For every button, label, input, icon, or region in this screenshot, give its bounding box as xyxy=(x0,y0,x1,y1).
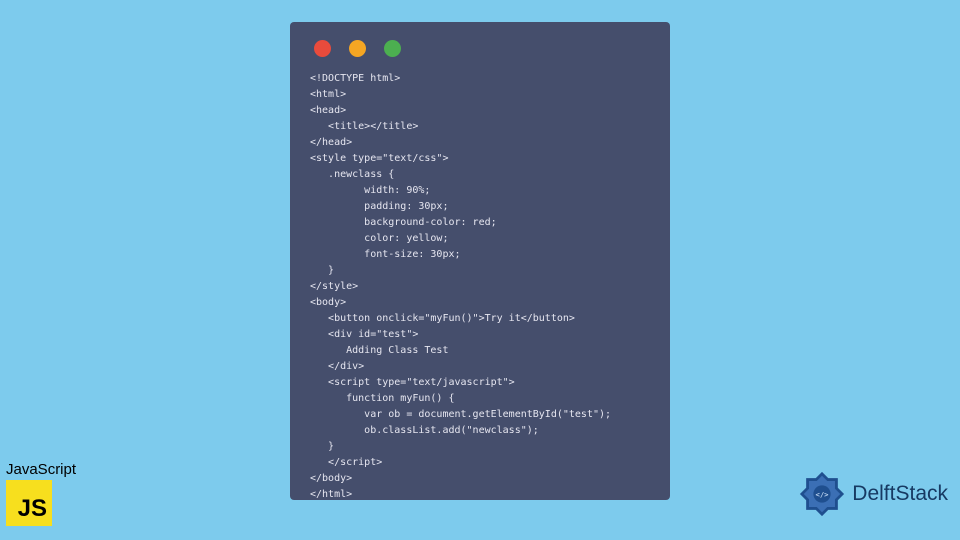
delftstack-label: DelftStack xyxy=(852,482,948,506)
javascript-logo-text: JS xyxy=(18,495,47,523)
window-controls xyxy=(314,40,650,57)
code-window: <!DOCTYPE html> <html> <head> <title></t… xyxy=(290,22,670,500)
delftstack-logo-icon: </> xyxy=(798,470,846,518)
delftstack-badge: </> DelftStack xyxy=(798,470,948,518)
javascript-label: JavaScript xyxy=(6,461,76,478)
javascript-logo-icon: JS xyxy=(6,480,52,526)
javascript-badge: JavaScript JS xyxy=(6,461,76,526)
zoom-icon xyxy=(384,40,401,57)
close-icon xyxy=(314,40,331,57)
svg-text:</>: </> xyxy=(816,490,830,499)
code-block: <!DOCTYPE html> <html> <head> <title></t… xyxy=(310,71,650,503)
minimize-icon xyxy=(349,40,366,57)
